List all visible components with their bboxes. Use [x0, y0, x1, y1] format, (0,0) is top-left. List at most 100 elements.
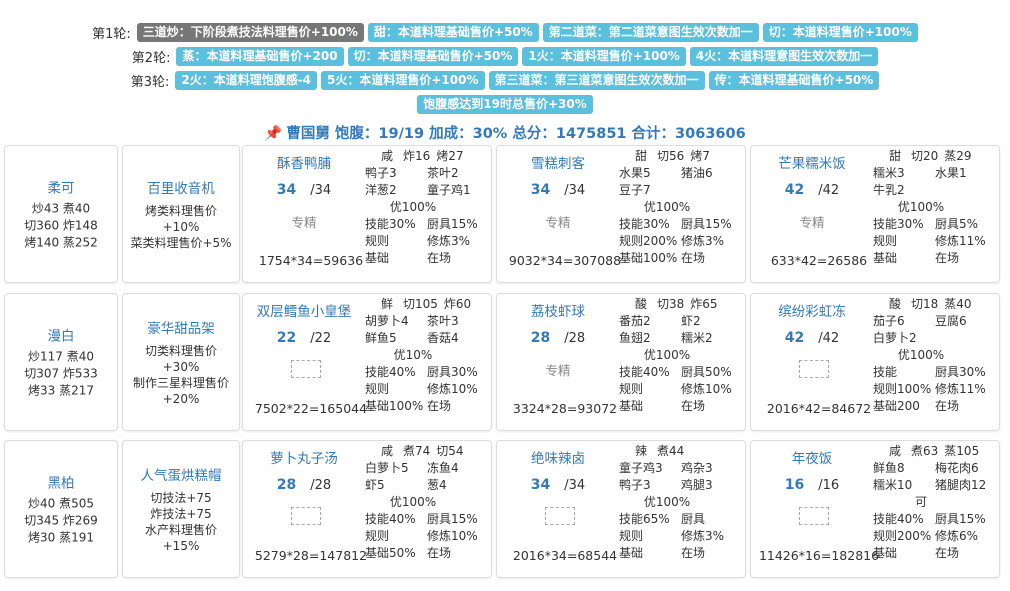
- chef-name[interactable]: 黑柏: [5, 472, 117, 492]
- dish-name[interactable]: 雪糕刺客: [497, 152, 619, 172]
- bonus-value: 基础: [873, 546, 898, 560]
- dish-bonus-line: 规则 修炼3%: [619, 528, 745, 545]
- equip-name[interactable]: 豪华甜品架: [123, 317, 239, 337]
- dish-main: 萝卜丸子汤 28/28 5279*28=147812: [243, 441, 367, 577]
- chef-card[interactable]: 黑柏 炒40 煮505 切345 炸269 烤30 蒸191: [4, 440, 118, 578]
- dish-name[interactable]: 芒果糯米饭: [751, 152, 873, 172]
- rule-tag: 传：本道料理基础售价+50%: [708, 70, 880, 90]
- dish-name[interactable]: 荔枝虾球: [497, 300, 619, 320]
- ingredient: 鸡杂3: [681, 461, 713, 475]
- dish-name[interactable]: 缤纷彩虹冻: [751, 300, 873, 320]
- equip-name[interactable]: 人气蛋烘糕帽: [123, 464, 239, 484]
- dish-qty-max: /34: [564, 478, 586, 493]
- dish-qty-value[interactable]: 28: [531, 330, 550, 346]
- dish-details: 甜切20 蒸29 糯米3 水果1 牛乳2 优100% 技能30% 厨具5% 规则 修炼11% 基础 在…: [873, 148, 999, 267]
- dish-details: 酸切38 炸65 番茄2 虾2 鱼翅2 糯米2 优100% 技能40% 厨具50% 规则 修炼10%…: [619, 296, 745, 415]
- dish-qty-value[interactable]: 34: [531, 477, 550, 493]
- dish-qty-value[interactable]: 22: [277, 330, 296, 346]
- chef-card[interactable]: 柔可 炒43 煮40 切360 炸148 烤140 蒸252: [4, 145, 118, 283]
- dish-skill-label: 专精: [799, 215, 825, 230]
- chef-stat: 切307 炸533: [24, 366, 98, 381]
- bonus-value: 在场: [427, 399, 452, 413]
- dish-details: 辣煮44 童子鸡3 鸡杂3 鸭子3 鸡腿3 优100% 技能65% 厨具 规则 修炼3% 基础 在场: [619, 443, 745, 562]
- equip-card[interactable]: 人气蛋烘糕帽 切技法+75 炸技法+75 水产料理售价+15%: [122, 440, 240, 578]
- equip-effect: 烤类料理售价+10%: [144, 204, 217, 234]
- dish-attribute: 煮63: [911, 444, 939, 458]
- dish-ingredients: 糯米3 水果1: [873, 165, 999, 182]
- dish-main: 双层鳕鱼小皇堡 22/22 7502*22=165044: [243, 294, 367, 430]
- dish-attribute: 煮74: [403, 444, 431, 458]
- dish-qty-value[interactable]: 28: [277, 477, 296, 493]
- dish-main: 酥香鸭脯 34/34 专精 1754*34=59636: [243, 146, 365, 282]
- dish-rating: 优100%: [897, 348, 945, 362]
- dish-name[interactable]: 双层鳕鱼小皇堡: [243, 300, 365, 320]
- round-label: 第3轮:: [130, 74, 170, 90]
- dish-card[interactable]: 荔枝虾球 28/28 专精 3324*28=93072 酸切38 炸65 番茄2 虾2 鱼翅2 糯…: [496, 293, 746, 431]
- chef-name[interactable]: 漫白: [5, 325, 117, 345]
- dish-attribute: 酸: [889, 297, 902, 311]
- ingredient: 鸡腿3: [681, 478, 713, 492]
- equip-card[interactable]: 百里收音机 烤类料理售价+10% 菜类料理售价+5%: [122, 145, 240, 283]
- dish-qty-value[interactable]: 42: [785, 182, 804, 198]
- dish-name[interactable]: 萝卜丸子汤: [243, 447, 365, 467]
- rule-tag: 切：本道料理售价+100%: [762, 22, 918, 42]
- dish-card[interactable]: 萝卜丸子汤 28/28 5279*28=147812 咸煮74 切54 白萝卜5 冻鱼4 虾5…: [242, 440, 492, 578]
- dish-card[interactable]: 酥香鸭脯 34/34 专精 1754*34=59636 咸炸16 烤27 鸭子3 茶叶2 洋葱2…: [242, 145, 492, 283]
- dish-name[interactable]: 绝味辣卤: [497, 447, 619, 467]
- dish-qty-value[interactable]: 42: [785, 330, 804, 346]
- bonus-value: 技能40%: [619, 365, 670, 379]
- dish-attributes: 鲜切105 炸60: [365, 296, 491, 313]
- dish-attribute: 切105: [403, 297, 438, 311]
- dish-bonus-line: 规则 修炼10%: [365, 528, 491, 545]
- dish-formula: 7502*22=165044: [254, 401, 368, 416]
- bonus-value: 基础200: [873, 399, 920, 413]
- dish-card[interactable]: 双层鳕鱼小皇堡 22/22 7502*22=165044 鲜切105 炸60 胡萝卜4 茶叶…: [242, 293, 492, 431]
- chef-stat: 烤30 蒸191: [28, 530, 94, 545]
- bonus-value: 规则: [365, 382, 390, 396]
- dish-rating: 优100%: [643, 495, 691, 509]
- dish-qty-value[interactable]: 34: [277, 182, 296, 198]
- dish-name[interactable]: 年夜饭: [751, 447, 873, 467]
- dish-ingredients: 番茄2 虾2: [619, 313, 745, 330]
- dish-skill-label: 专精: [545, 363, 571, 378]
- ingredient: 猪腿肉12: [935, 478, 987, 492]
- dish-card[interactable]: 缤纷彩虹冻 42/42 2016*42=84672 酸切18 蒸40 茄子6 豆腐6 白萝卜2…: [750, 293, 1000, 431]
- dish-qty-max: /22: [310, 331, 332, 346]
- bonus-value: 规则: [365, 529, 390, 543]
- bonus-value: 技能: [873, 365, 898, 379]
- dish-skill-label: 专精: [291, 215, 317, 230]
- dish-name[interactable]: 酥香鸭脯: [243, 152, 365, 172]
- dish-card[interactable]: 芒果糯米饭 42/42 专精 633*42=26586 甜切20 蒸29 糯米3 水果1 牛乳2…: [750, 145, 1000, 283]
- equip-name[interactable]: 百里收音机: [123, 177, 239, 197]
- ingredient: 白萝卜5: [365, 461, 409, 475]
- equip-card[interactable]: 豪华甜品架 切类料理售价+30% 制作三星料理售价 +20%: [122, 293, 240, 431]
- dish-quantity: 34/34: [497, 477, 619, 493]
- dish-qty-value[interactable]: 16: [785, 477, 804, 493]
- dish-card[interactable]: 雪糕刺客 34/34 专精 9032*34=307088 甜切56 烤7 水果5 猪油6 豆子7…: [496, 145, 746, 283]
- dish-main: 绝味辣卤 34/34 2016*34=68544: [497, 441, 619, 577]
- chef-stat: 烤140 蒸252: [24, 235, 98, 250]
- bonus-value: 在场: [935, 399, 960, 413]
- dish-attribute: 咸: [381, 149, 394, 163]
- ingredient: 鸭子3: [619, 478, 651, 492]
- equip-info: 豪华甜品架 切类料理售价+30% 制作三星料理售价 +20%: [123, 317, 239, 407]
- equip-info: 百里收音机 烤类料理售价+10% 菜类料理售价+5%: [123, 177, 239, 251]
- dish-attributes: 辣煮44: [619, 443, 745, 460]
- dish-main: 芒果糯米饭 42/42 专精 633*42=26586: [751, 146, 873, 282]
- dish-card[interactable]: 年夜饭 16/16 11426*16=182816 咸煮63 蒸105 鲜鱼8 梅花肉6 糯米…: [750, 440, 1000, 578]
- dish-attribute: 辣: [635, 444, 648, 458]
- rule-tag: 第二道菜：第二道菜意图生效次数加一: [542, 22, 759, 42]
- dish-attribute: 切54: [436, 444, 464, 458]
- dish-qty-max: /42: [818, 183, 840, 198]
- dish-qty-value[interactable]: 34: [531, 182, 550, 198]
- dish-formula: 633*42=26586: [770, 253, 868, 268]
- bonus-value: 厨具15%: [681, 217, 732, 231]
- bonus-value: 技能40%: [873, 512, 924, 526]
- chef-name[interactable]: 柔可: [5, 177, 117, 197]
- dish-main: 荔枝虾球 28/28 专精 3324*28=93072: [497, 294, 619, 430]
- dish-quantity: 42/42: [751, 330, 873, 346]
- dish-attribute: 炸16: [403, 149, 431, 163]
- dish-card[interactable]: 绝味辣卤 34/34 2016*34=68544 辣煮44 童子鸡3 鸡杂3 鸭子3 鸡腿3 优…: [496, 440, 746, 578]
- chef-card[interactable]: 漫白 炒117 煮40 切307 炸533 烤33 蒸217: [4, 293, 118, 431]
- dish-qty-max: /28: [310, 478, 332, 493]
